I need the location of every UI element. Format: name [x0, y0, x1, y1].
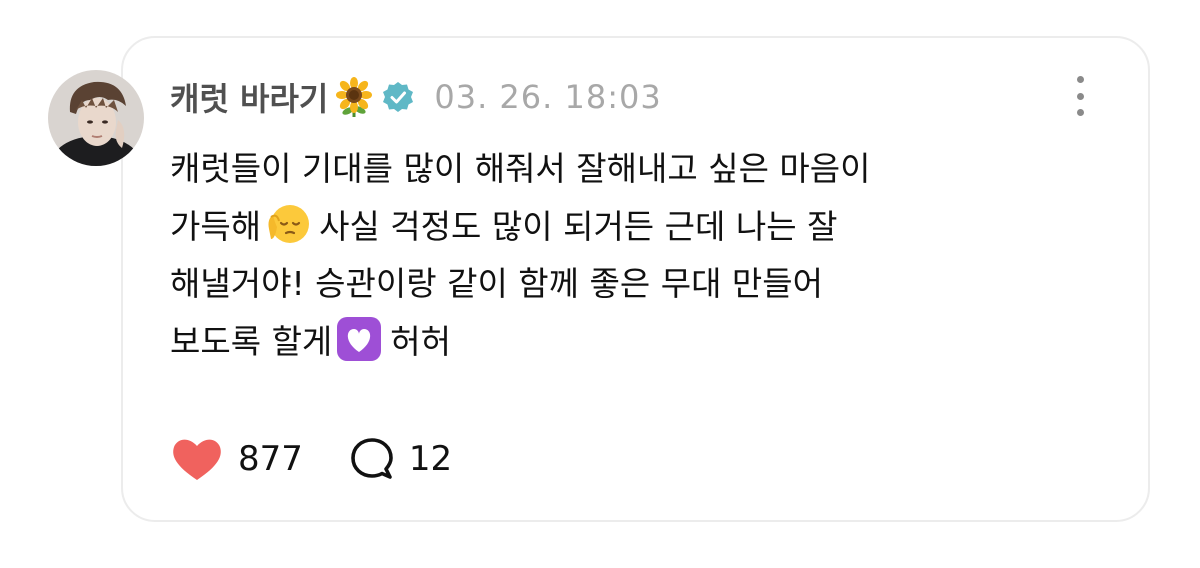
body-line: 해낼거야! 승관이랑 같이 함께 좋은 무대 만들어	[170, 264, 824, 303]
heart-icon[interactable]	[170, 436, 224, 482]
body-line: 캐럿들이 기대를 많이 해줘서 잘해내고 싶은 마음이	[170, 149, 871, 188]
relieved-face-emoji	[263, 199, 313, 249]
more-vertical-icon[interactable]	[1062, 72, 1098, 120]
body-text: 사실 걱정도 많이 되거든 근데 나는 잘	[319, 206, 838, 246]
body-text: 허허	[390, 321, 452, 361]
post-actions: 877 12	[170, 432, 452, 486]
body-text: 가득해	[170, 206, 262, 246]
post-timestamp: 03. 26. 18:03	[434, 78, 662, 116]
body-line-4: 보도록 할게 허허	[170, 313, 1070, 371]
sunflower-icon	[334, 77, 374, 117]
purple-heart-emoji	[334, 314, 384, 364]
like-count: 877	[238, 439, 303, 479]
body-text: 보도록 할게	[170, 321, 333, 361]
comment-icon[interactable]	[349, 436, 395, 482]
avatar[interactable]	[48, 70, 144, 166]
post-header: 캐럿 바라기 03. 26. 18:03	[170, 72, 662, 122]
post-body: 캐럿들이 기대를 많이 해줘서 잘해내고 싶은 마음이 가득해 사실 걱정도 많…	[170, 140, 1070, 370]
verified-badge-icon	[382, 81, 414, 113]
comment-count: 12	[408, 439, 453, 479]
author-name[interactable]: 캐럿 바라기	[170, 74, 328, 120]
body-line-2: 가득해 사실 걱정도 많이 되거든 근데 나는 잘	[170, 198, 1070, 256]
